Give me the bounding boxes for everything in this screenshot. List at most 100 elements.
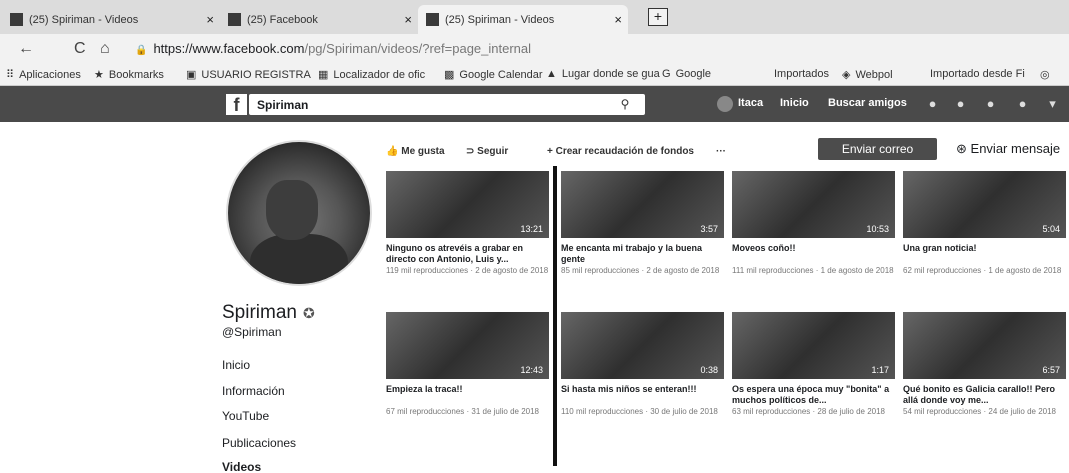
send-message-button[interactable]: ⊛ Enviar mensaje — [956, 141, 1060, 157]
scan-divider-line — [553, 166, 557, 466]
video-title[interactable]: Moveos coño!! — [732, 243, 895, 265]
video-thumbnail[interactable]: 6:57 — [903, 312, 1066, 379]
sidebar-item-publicaciones[interactable]: Publicaciones — [222, 436, 296, 450]
bookmark-bookmarks[interactable]: ★ Bookmarks — [94, 68, 164, 82]
new-tab-button[interactable]: + — [648, 8, 668, 26]
bookmark-importado-fi[interactable]: Importado desde Fi — [930, 68, 1025, 80]
video-title[interactable]: Qué bonito es Galicia carallo!! Pero all… — [903, 384, 1066, 406]
bookmark-label: Localizador de ofic — [333, 68, 426, 81]
extension-icon: ◎ — [1040, 69, 1050, 81]
fundraiser-label: Crear recaudación de fondos — [555, 146, 694, 157]
sidebar-item-informacion[interactable]: Información — [222, 384, 285, 398]
facebook-favicon-icon — [228, 13, 241, 26]
close-icon[interactable]: × — [614, 12, 622, 27]
send-email-button[interactable]: Enviar correo — [818, 138, 937, 160]
bookmark-label: Bookmarks — [108, 68, 164, 81]
video-title[interactable]: Os espera una época muy "bonita" a mucho… — [732, 384, 895, 406]
nav-home[interactable]: Inicio — [780, 97, 809, 109]
help-icon[interactable]: ● — [1014, 96, 1031, 113]
page-handle[interactable]: @Spiriman — [222, 325, 282, 339]
video-title[interactable]: Una gran noticia! — [903, 243, 1066, 265]
calendar-icon: ▩ — [444, 69, 455, 81]
url-field[interactable]: 🔒 https://www.facebook.com/pg/Spiriman/vi… — [135, 41, 531, 56]
lock-icon: 🔒 — [135, 45, 148, 56]
browser-tab-strip: (25) Spiriman - Videos × (25) Facebook ×… — [0, 0, 1069, 34]
video-thumbnail[interactable]: 3:57 — [561, 171, 724, 238]
apps-icon: ⠿ — [6, 69, 15, 81]
bookmark-localizador[interactable]: ▦ Localizador de ofic — [318, 68, 426, 82]
account-menu-icon[interactable]: ▾ — [1044, 96, 1061, 113]
video-duration: 10:53 — [866, 224, 889, 234]
page-name-text: Spiriman — [222, 302, 297, 323]
video-duration: 3:57 — [700, 224, 718, 234]
video-thumbnail[interactable]: 1:17 — [732, 312, 895, 379]
bookmark-extension[interactable]: ◎ — [1040, 68, 1055, 81]
video-title[interactable]: Me encanta mi trabajo y la buena gente — [561, 243, 724, 265]
video-title[interactable]: Empieza la traca!! — [386, 384, 549, 406]
reload-icon[interactable]: C — [74, 40, 86, 58]
bookmark-calendar[interactable]: ▩ Google Calendar — [444, 68, 543, 82]
verified-icon: ✪ — [302, 304, 315, 321]
messenger-icon: ⊛ — [956, 141, 967, 156]
nav-find-friends[interactable]: Buscar amigos — [828, 97, 907, 109]
nav-user[interactable]: Itaca — [738, 97, 763, 109]
google-icon: G — [662, 68, 671, 80]
facebook-top-bar: f Spiriman ⚲ Itaca Inicio Buscar amigos … — [0, 86, 1069, 122]
video-meta: 54 mil reproducciones · 24 de julio de 2… — [903, 407, 1056, 416]
video-title[interactable]: Si hasta mis niños se enteran!!! — [561, 384, 724, 406]
search-input[interactable]: Spiriman ⚲ — [249, 94, 645, 115]
bookmark-usuario[interactable]: ▣ USUARIO REGISTRA — [186, 68, 311, 82]
friend-requests-icon[interactable]: ● — [924, 96, 941, 113]
bookmark-label: Google Calendar — [459, 68, 543, 81]
webpol-icon: ◈ — [842, 69, 851, 81]
profile-picture[interactable] — [226, 140, 372, 286]
browser-tab[interactable]: (25) Facebook × — [220, 5, 418, 34]
video-thumbnail[interactable]: 0:38 — [561, 312, 724, 379]
browser-tab[interactable]: (25) Spiriman - Videos × — [2, 5, 220, 34]
profile-picture-head — [266, 180, 318, 240]
bookmark-apps[interactable]: ⠿ Aplicaciones — [6, 68, 81, 82]
sidebar-item-youtube[interactable]: YouTube — [222, 409, 269, 423]
profile-picture-body — [250, 234, 348, 284]
like-button[interactable]: 👍 Me gusta — [386, 146, 445, 157]
follow-label: Seguir — [477, 146, 509, 157]
bookmark-google[interactable]: G Google — [662, 68, 711, 80]
video-duration: 13:21 — [520, 224, 543, 234]
video-meta: 62 mil reproducciones · 1 de agosto de 2… — [903, 266, 1062, 275]
bookmark-label: Importados — [774, 68, 830, 80]
video-thumbnail[interactable]: 13:21 — [386, 171, 549, 238]
sidebar-item-videos[interactable]: Videos — [222, 460, 261, 473]
url-host: https://www.facebook.com — [153, 41, 305, 56]
page-icon: ▣ — [186, 69, 197, 81]
back-arrow-icon[interactable]: ← — [18, 40, 34, 58]
close-icon[interactable]: × — [404, 12, 412, 27]
facebook-logo-icon[interactable]: f — [226, 94, 247, 115]
close-icon[interactable]: × — [206, 12, 214, 27]
messages-icon[interactable]: ● — [952, 96, 969, 113]
create-fundraiser-button[interactable]: + Crear recaudación de fondos — [547, 146, 694, 157]
more-options-button[interactable]: ··· — [716, 146, 726, 157]
plus-icon: + — [547, 146, 553, 157]
search-icon[interactable]: ⚲ — [611, 97, 639, 112]
video-meta: 85 mil reproducciones · 2 de agosto de 2… — [561, 266, 720, 275]
user-avatar[interactable] — [717, 96, 733, 112]
facebook-favicon-icon — [426, 13, 439, 26]
bookmark-importados[interactable]: Importados — [774, 68, 829, 80]
bookmark-lugar[interactable]: ▲ Lugar donde se gua — [546, 68, 660, 80]
video-thumbnail[interactable]: 12:43 — [386, 312, 549, 379]
video-duration: 1:17 — [871, 365, 889, 375]
browser-tab-active[interactable]: (25) Spiriman - Videos × — [418, 5, 628, 34]
rss-icon: ⊃ — [466, 146, 475, 157]
video-thumbnail[interactable]: 5:04 — [903, 171, 1066, 238]
video-title[interactable]: Ninguno os atrevéis a grabar en directo … — [386, 243, 549, 265]
drive-icon: ▲ — [546, 68, 557, 80]
video-thumbnail[interactable]: 10:53 — [732, 171, 895, 238]
follow-button[interactable]: ⊃ Seguir — [466, 146, 508, 157]
video-meta: 110 mil reproducciones · 30 de julio de … — [561, 407, 718, 416]
home-icon[interactable]: ⌂ — [100, 40, 110, 58]
sidebar-item-inicio[interactable]: Inicio — [222, 358, 250, 372]
notifications-icon[interactable]: ● — [982, 96, 999, 113]
map-icon: ▦ — [318, 69, 329, 81]
bookmark-webpol[interactable]: ◈ Webpol — [842, 68, 893, 82]
address-bar: ← C ⌂ 🔒 https://www.facebook.com/pg/Spiri… — [0, 34, 1069, 64]
